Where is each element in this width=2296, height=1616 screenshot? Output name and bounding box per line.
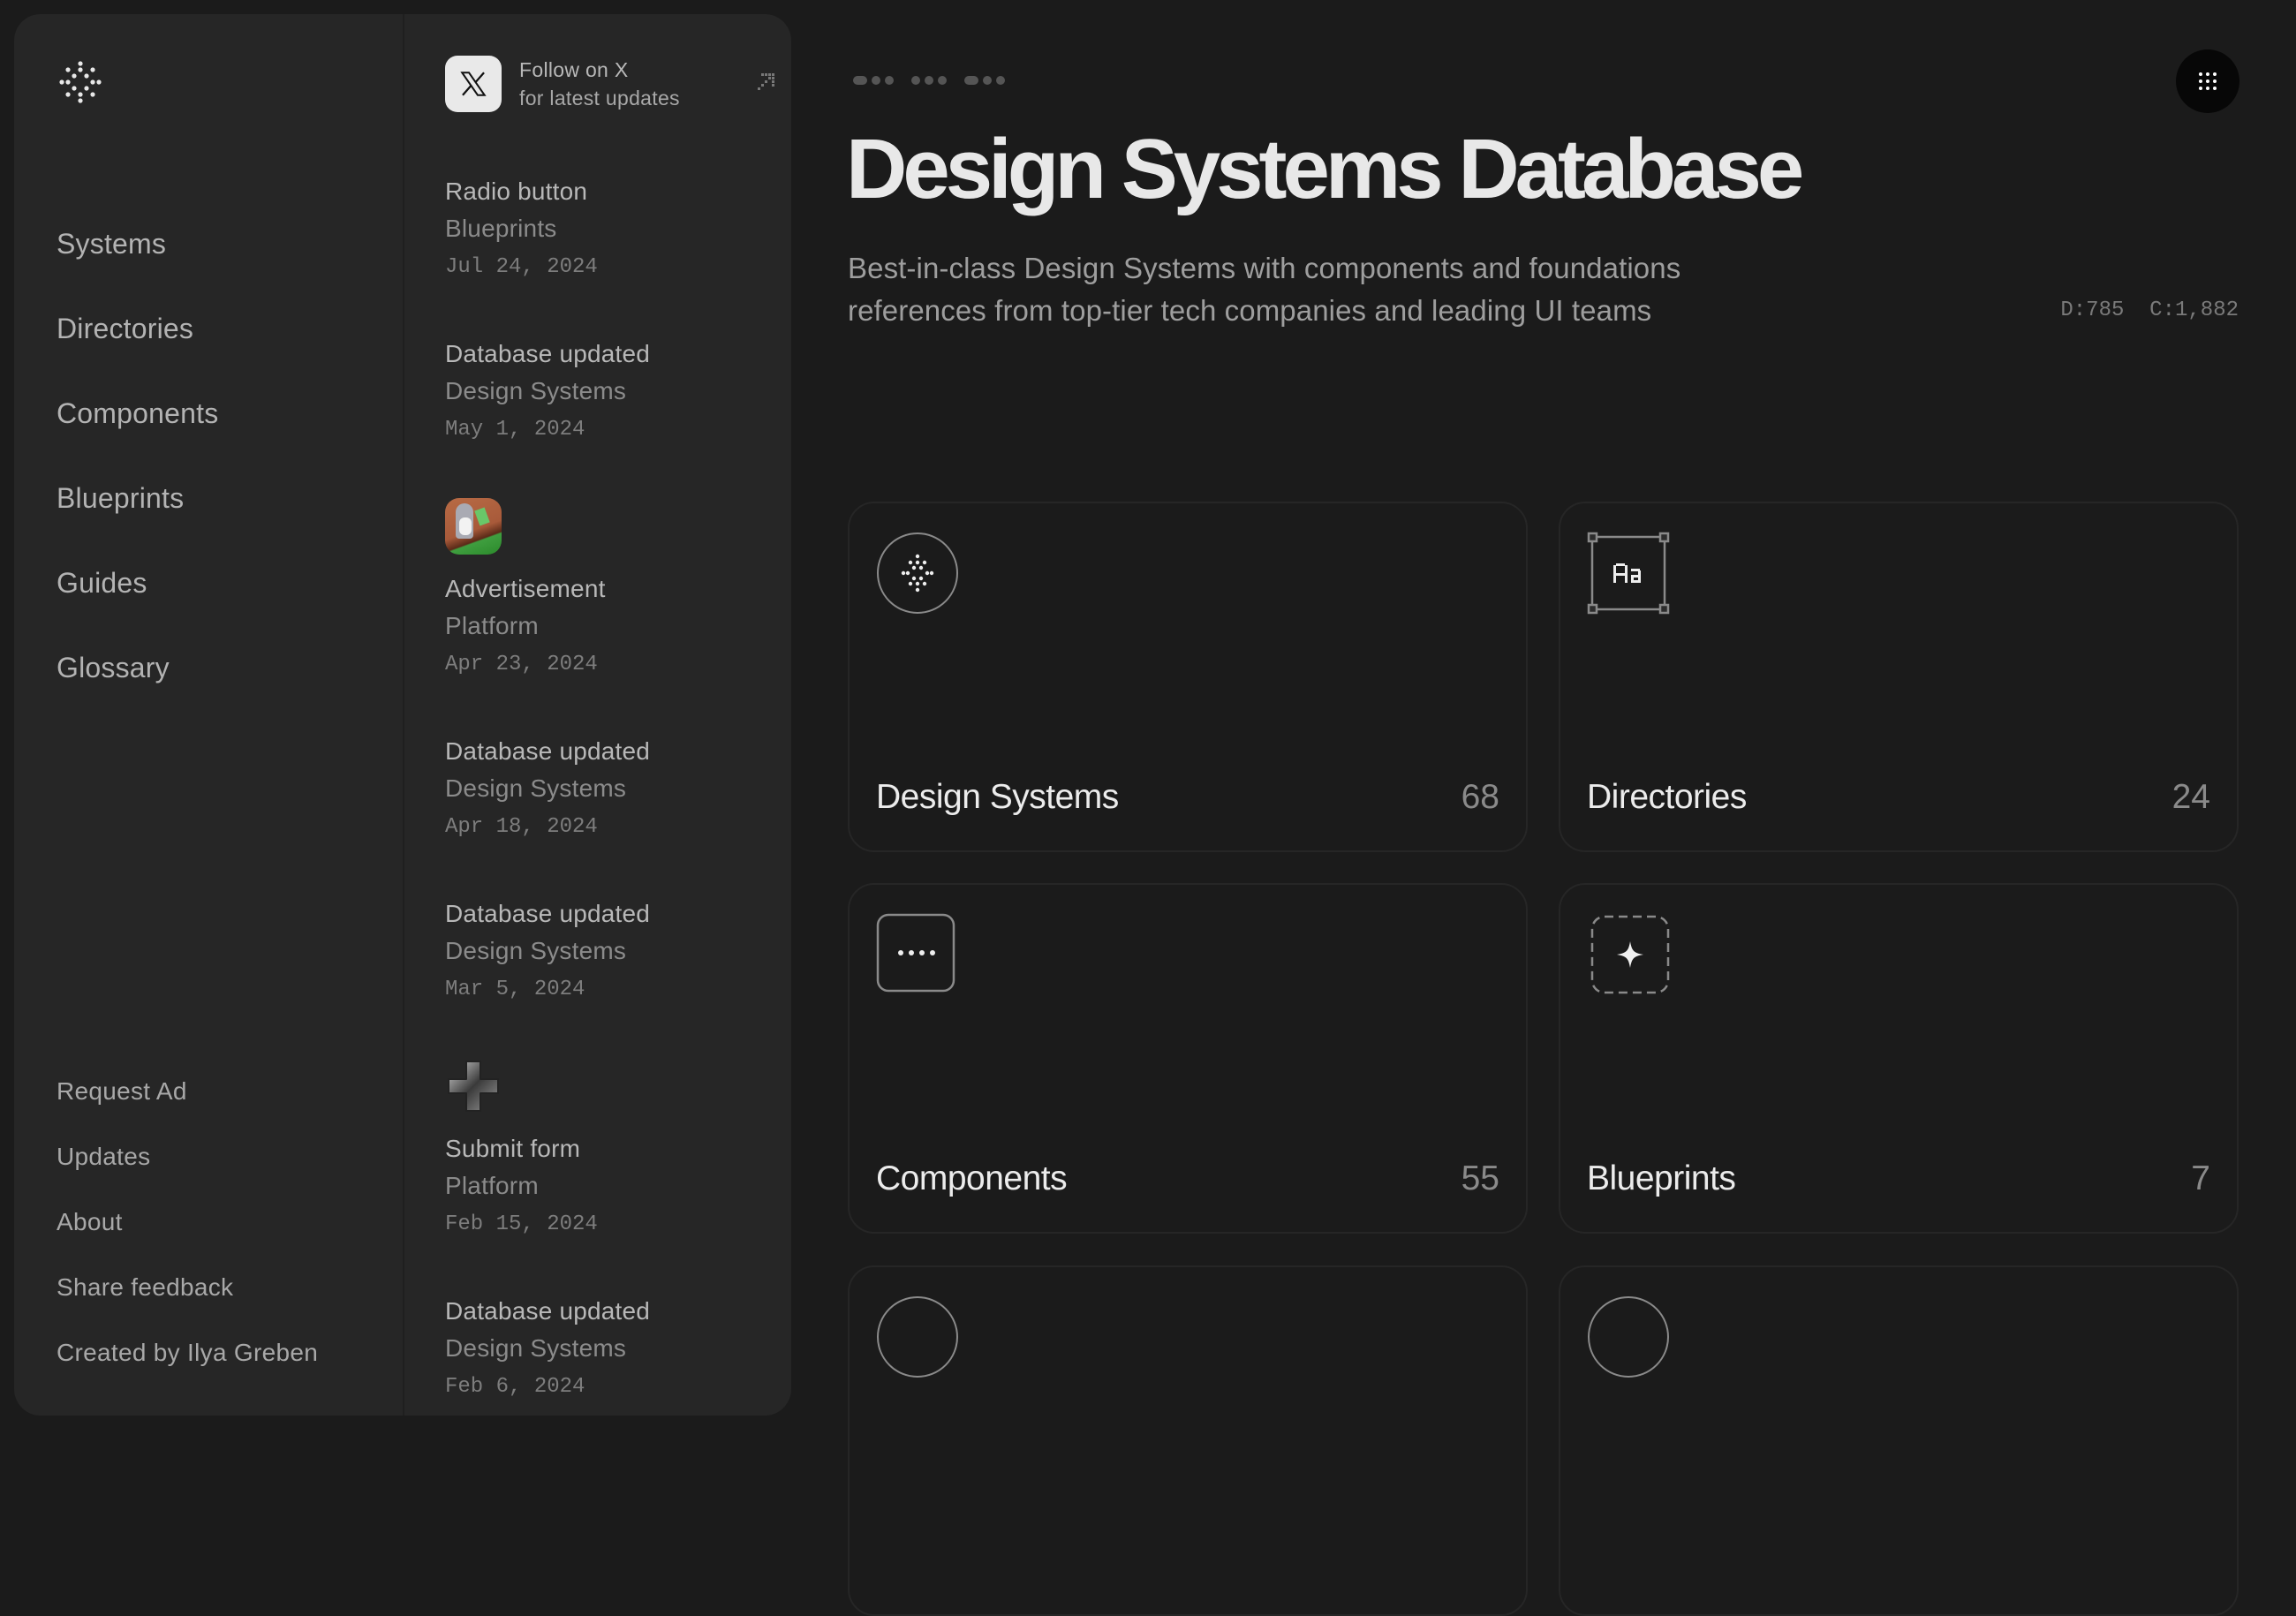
description-line-2: references from top-tier tech companies … (848, 294, 1652, 327)
feed-item-date: May 1, 2024 (445, 418, 585, 442)
dotted-sparkle-circle-icon (877, 532, 958, 614)
feed-item[interactable]: Advertisement Platform Apr 23, 2024 (445, 498, 781, 685)
empty-circle-icon (1588, 1296, 1669, 1378)
card-directories[interactable]: Directories 24 (1559, 502, 2239, 852)
card-count: 68 (1461, 778, 1499, 816)
page-description: Best-in-class Design Systems with compon… (848, 247, 1819, 332)
feed-item-date: Mar 5, 2024 (445, 978, 585, 1001)
dots-box-icon (876, 913, 955, 993)
bunny-money-thumbnail (445, 498, 502, 555)
card-components[interactable]: Components 55 (848, 883, 1528, 1234)
type-aa-frame-icon (1587, 532, 1670, 615)
feed-item-date: Apr 18, 2024 (445, 815, 598, 839)
page-title: Design Systems Database (846, 122, 1804, 216)
link-about[interactable]: About (57, 1203, 318, 1268)
feed-item-category: Blueprints (445, 215, 557, 242)
follow-title: Follow on X (519, 58, 629, 81)
feed-item-title: Submit form (445, 1135, 581, 1162)
description-line-1: Best-in-class Design Systems with compon… (848, 252, 1681, 284)
feed-item-category: Platform (445, 612, 539, 639)
card-title: Design Systems (876, 778, 1119, 816)
feed-item[interactable]: Database updated Design Systems May 1, 2… (445, 336, 781, 450)
card-design-systems[interactable]: Design Systems 68 (848, 502, 1528, 852)
feed-item-date: Jul 24, 2024 (445, 255, 598, 279)
dotted-sparkle-logo-icon[interactable] (58, 60, 102, 104)
card-title: Directories (1587, 778, 1747, 816)
empty-circle-icon (877, 1296, 958, 1378)
feed-item[interactable]: Submit form Platform Feb 15, 2024 (445, 1058, 781, 1245)
sparkle-dashed-box-icon (1590, 915, 1670, 994)
feed-item-date: Apr 23, 2024 (445, 653, 598, 676)
nav-item-guides[interactable]: Guides (57, 555, 218, 639)
nav-item-glossary[interactable]: Glossary (57, 639, 218, 724)
chrome-cross-thumbnail (445, 1058, 502, 1114)
panel-divider (403, 14, 404, 1416)
card-count: 24 (2171, 778, 2210, 816)
feed-item-title: Radio button (445, 177, 588, 205)
feed-item-title: Database updated (445, 340, 651, 367)
feed-item-category: Design Systems (445, 377, 627, 404)
feed-item-title: Database updated (445, 900, 651, 927)
arrow-up-right-icon (758, 73, 774, 90)
feed-list: Radio button Blueprints Jul 24, 2024 Dat… (445, 173, 781, 1416)
updates-feed: Follow on X for latest updates Radio but… (445, 55, 781, 1416)
card-blueprints[interactable]: Blueprints 7 (1559, 883, 2239, 1234)
card-title: Components (876, 1159, 1068, 1197)
link-updates[interactable]: Updates (57, 1137, 318, 1203)
secondary-links: Request Ad Updates About Share feedback … (57, 1072, 318, 1399)
feed-item-category: Design Systems (445, 1334, 627, 1362)
feed-item-title: Database updated (445, 737, 651, 765)
morse-code-label (853, 76, 1005, 85)
grid-dots-icon (2199, 72, 2217, 90)
feed-item[interactable]: Database updated Design Systems Apr 18, … (445, 733, 781, 848)
menu-button[interactable] (2176, 49, 2239, 113)
feed-item[interactable]: Database updated Design Systems Mar 5, 2… (445, 895, 781, 1010)
link-share-feedback[interactable]: Share feedback (57, 1268, 318, 1333)
card-count: 55 (1461, 1159, 1499, 1197)
feed-item-category: Platform (445, 1172, 539, 1199)
feed-item[interactable]: Radio button Blueprints Jul 24, 2024 (445, 173, 781, 288)
card-partial[interactable] (848, 1265, 1528, 1616)
x-logo-icon (445, 56, 502, 112)
nav-item-blueprints[interactable]: Blueprints (57, 470, 218, 555)
link-created-by[interactable]: Created by Ilya Greben (57, 1333, 318, 1399)
database-stats: D:785 C:1,882 (2060, 298, 2239, 322)
primary-nav: Systems Directories Components Blueprint… (57, 215, 218, 724)
feed-item-date: Feb 6, 2024 (445, 1375, 585, 1399)
feed-item-title: Database updated (445, 1297, 651, 1325)
feed-item-title: Advertisement (445, 575, 606, 602)
nav-item-components[interactable]: Components (57, 385, 218, 470)
nav-item-directories[interactable]: Directories (57, 300, 218, 385)
card-title: Blueprints (1587, 1159, 1736, 1197)
link-request-ad[interactable]: Request Ad (57, 1072, 318, 1137)
feed-item[interactable]: Database updated Design Systems Feb 6, 2… (445, 1293, 781, 1408)
feed-item-category: Design Systems (445, 774, 627, 802)
card-partial[interactable] (1559, 1265, 2239, 1616)
feed-item-category: Design Systems (445, 937, 627, 964)
nav-item-systems[interactable]: Systems (57, 215, 218, 300)
follow-subtitle: for latest updates (519, 87, 680, 109)
sidebar-panel: Systems Directories Components Blueprint… (14, 14, 791, 1416)
card-count: 7 (2191, 1159, 2210, 1197)
follow-on-x-link[interactable]: Follow on X for latest updates (445, 55, 781, 113)
feed-item-date: Feb 15, 2024 (445, 1212, 598, 1236)
